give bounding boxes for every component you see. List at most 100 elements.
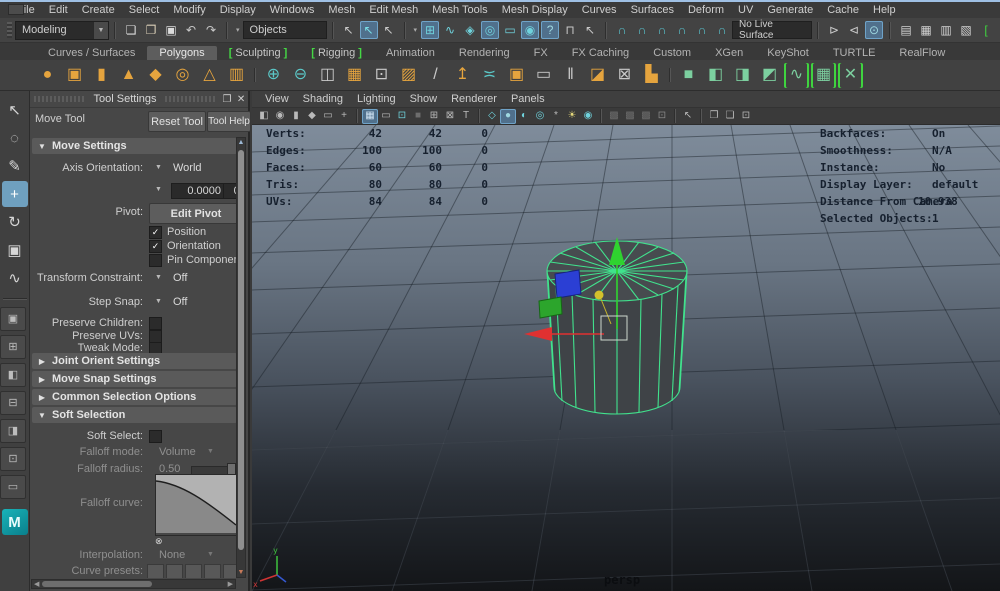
insert-edge-loop-icon[interactable]: ‖ (558, 63, 583, 88)
toolbar-grip[interactable] (7, 22, 12, 38)
curve-preset-4[interactable] (204, 564, 221, 578)
snap-point-magnet-icon[interactable]: ∩ (653, 21, 671, 39)
bookmarks-icon[interactable]: ◆ (304, 109, 320, 124)
redo-icon[interactable]: ↷ (202, 21, 220, 39)
tool-settings-header[interactable]: Tool Settings ❐ ✕ (30, 91, 248, 108)
menu-mesh-display[interactable]: Mesh Display (495, 4, 575, 16)
menu-edit-mesh[interactable]: Edit Mesh (362, 4, 425, 16)
snap-grid-magnet-icon[interactable]: ∩ (613, 21, 631, 39)
shelf-tab-fx-caching[interactable]: FX Caching (560, 46, 641, 60)
select-by-object-icon[interactable]: ↖ (360, 21, 378, 39)
poly-cube-icon[interactable]: ▣ (62, 63, 87, 88)
scroll-up-icon[interactable]: ▲ (237, 139, 245, 146)
menu-uv[interactable]: UV (731, 4, 760, 16)
menu-windows[interactable]: Windows (263, 4, 322, 16)
symmetry-icon[interactable]: ? (541, 21, 559, 39)
textured-mode-icon[interactable]: ● (500, 109, 516, 124)
curve-preset-3[interactable] (185, 564, 202, 578)
step-snap-value[interactable]: Off (173, 296, 187, 308)
film-gate-icon[interactable]: ▭ (378, 109, 394, 124)
boolean-icon[interactable]: ◫ (315, 63, 340, 88)
select-by-component-icon[interactable]: ↖ (380, 21, 398, 39)
shelf-tab-custom[interactable]: Custom (641, 46, 703, 60)
curve-point-marker[interactable]: ⊗ (155, 536, 163, 547)
chevron-down-icon[interactable]: ▼ (155, 164, 162, 171)
safe-title-icon[interactable]: T (458, 109, 474, 124)
layout-hypershade-icon[interactable]: ◨ (0, 419, 26, 443)
resolution-gate-icon[interactable]: ⊡ (394, 109, 410, 124)
output-connections-icon[interactable]: ⊲ (845, 21, 863, 39)
chevron-down-icon[interactable]: ▾ (414, 26, 418, 34)
shelf-tab-keyshot[interactable]: KeyShot (755, 46, 821, 60)
tool-help-button[interactable]: Tool Help (207, 111, 251, 132)
open-scene-icon[interactable]: ❐ (142, 21, 160, 39)
open-render-view-icon[interactable]: ▤ (897, 21, 915, 39)
menu-view[interactable]: View (258, 93, 296, 105)
selection-mask-field[interactable]: Objects (243, 21, 327, 39)
manipulator-plane-handle[interactable] (539, 297, 562, 318)
sculpt-grab-icon[interactable]: ◩ (757, 63, 782, 88)
scrollbar-thumb[interactable] (238, 150, 244, 550)
menu-deform[interactable]: Deform (681, 4, 731, 16)
scale-tool[interactable]: ▣ (2, 237, 28, 263)
mirror-icon[interactable]: ◪ (585, 63, 610, 88)
snap-to-view-plane-icon[interactable]: ▭ (501, 21, 519, 39)
lattice-icon[interactable]: ⊠ (612, 63, 637, 88)
snap-to-projected-center-icon[interactable]: ◎ (481, 21, 499, 39)
project-icon[interactable]: ⊡ (369, 63, 394, 88)
exposure-icon[interactable]: ⊡ (654, 109, 670, 124)
rotate-tool[interactable]: ↻ (2, 209, 28, 235)
sculpt-relax-icon[interactable]: ◨ (730, 63, 755, 88)
poly-plane-icon[interactable]: ◆ (143, 63, 168, 88)
section-common-selection[interactable]: ▶ Common Selection Options (32, 389, 237, 405)
fill-hole-icon[interactable]: ▨ (396, 63, 421, 88)
scroll-left-icon[interactable]: ◀ (34, 580, 39, 588)
pane-layout-a-icon[interactable]: ❐ (706, 109, 722, 124)
section-joint-orient[interactable]: ▶ Joint Orient Settings (32, 353, 237, 369)
pin-component-pivot-checkbox[interactable] (149, 254, 162, 267)
section-move-snap[interactable]: ▶ Move Snap Settings (32, 371, 237, 387)
drag-handle[interactable] (165, 96, 217, 102)
manipulator-z-handle[interactable] (555, 270, 581, 298)
scroll-down-icon[interactable]: ▼ (237, 569, 245, 576)
shelf-tab-animation[interactable]: Animation (374, 46, 447, 60)
pane-layout-b-icon[interactable]: ❏ (722, 109, 738, 124)
shelf-tab-turtle[interactable]: TURTLE (821, 46, 888, 60)
combine-icon[interactable]: ⊕ (261, 63, 286, 88)
uv-editor-icon[interactable]: ▦ (811, 63, 836, 88)
menu-renderer[interactable]: Renderer (444, 93, 504, 105)
menu-display[interactable]: Display (213, 4, 263, 16)
menu-edit[interactable]: Edit (42, 4, 75, 16)
shelf-tab-sculpting[interactable]: Sculpting (217, 46, 300, 60)
paint-select-tool[interactable]: ✎ (2, 153, 28, 179)
close-panel-icon[interactable]: ✕ (234, 94, 248, 105)
xray-active-icon[interactable]: ▩ (638, 109, 654, 124)
position-checkbox[interactable]: ✓ (149, 226, 162, 239)
float-panel-icon[interactable]: ❐ (220, 94, 234, 105)
make-object-live-icon[interactable]: ◉ (521, 21, 539, 39)
pane-maximize-icon[interactable]: ⊡ (738, 109, 754, 124)
layout-single-pane-icon[interactable]: ▣ (0, 307, 26, 331)
menu-shading[interactable]: Shading (296, 93, 350, 105)
save-scene-icon[interactable]: ▣ (162, 21, 180, 39)
menu-cache[interactable]: Cache (820, 4, 866, 16)
edge-flow-icon[interactable]: ▭ (531, 63, 556, 88)
menu-surfaces[interactable]: Surfaces (624, 4, 681, 16)
layout-custom-icon[interactable]: ▭ (0, 475, 26, 499)
shadows-icon[interactable]: ◐ (516, 109, 532, 124)
safe-action-icon[interactable]: ⊠ (442, 109, 458, 124)
motion-blur-icon[interactable]: * (548, 109, 564, 124)
lights-icon[interactable]: ☀ (564, 109, 580, 124)
lasso-select-tool[interactable]: ◌ (2, 125, 28, 151)
snap-to-point-icon[interactable]: ◈ (461, 21, 479, 39)
construction-history-icon[interactable]: ⊙ (865, 21, 883, 39)
menu-panels[interactable]: Panels (504, 93, 552, 105)
lock-camera-icon[interactable]: ◉ (272, 109, 288, 124)
lock-selection-icon[interactable]: ⊓ (561, 21, 579, 39)
falloff-curve-widget[interactable] (155, 474, 238, 536)
menu-create[interactable]: Create (75, 4, 122, 16)
menu-show[interactable]: Show (403, 93, 445, 105)
quad-layout-icon[interactable]: ▙ (639, 63, 664, 88)
extrude-icon[interactable]: ↥ (450, 63, 475, 88)
snap-plane-magnet-icon[interactable]: ∩ (693, 21, 711, 39)
